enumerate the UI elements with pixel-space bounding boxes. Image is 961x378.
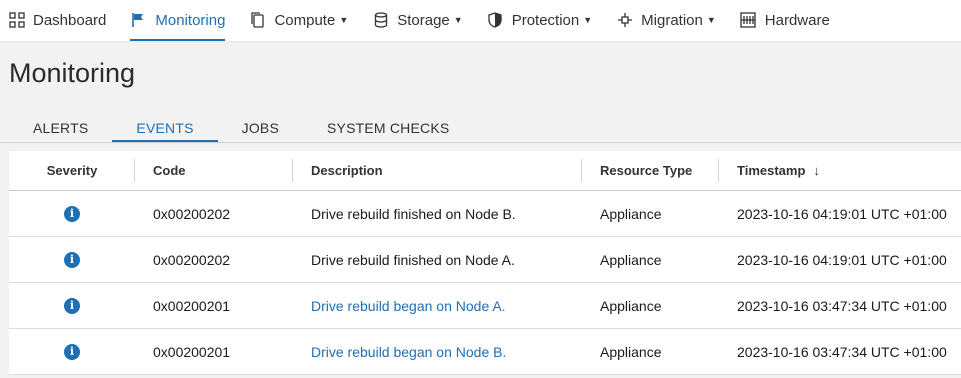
column-header-resource-type[interactable]: Resource Type bbox=[582, 151, 719, 190]
table-row[interactable]: i 0x00200202 Drive rebuild finished on N… bbox=[9, 237, 961, 283]
table-header: Severity Code Description Resource Type … bbox=[9, 151, 961, 191]
timestamp-cell: 2023-10-16 03:47:34 UTC +01:00 bbox=[737, 343, 947, 360]
column-header-timestamp[interactable]: Timestamp ↓ bbox=[719, 151, 961, 190]
description-cell: Drive rebuild finished on Node B. bbox=[311, 205, 516, 222]
column-header-label: Severity bbox=[46, 163, 98, 178]
info-icon: i bbox=[64, 343, 80, 360]
nav-item-label: Compute bbox=[274, 11, 336, 29]
description-cell: Drive rebuild began on Node A. bbox=[293, 283, 582, 328]
column-header-code[interactable]: Code bbox=[135, 151, 293, 190]
nav-item-label: Migration bbox=[641, 11, 703, 29]
database-icon bbox=[372, 12, 389, 29]
info-icon: i bbox=[64, 251, 80, 268]
code-cell: 0x00200201 bbox=[153, 343, 231, 360]
tab-alerts[interactable]: ALERTS bbox=[9, 116, 112, 142]
table-row[interactable]: i 0x00200202 Drive rebuild finished on N… bbox=[9, 191, 961, 237]
nav-item-label: Storage bbox=[397, 11, 450, 29]
top-navigation: Dashboard Monitoring Compute ▼ Storage ▼… bbox=[0, 0, 961, 42]
nav-item-monitoring[interactable]: Monitoring bbox=[130, 1, 226, 41]
caret-down-icon: ▼ bbox=[583, 15, 593, 25]
table-row[interactable]: i 0x00200201 Drive rebuild began on Node… bbox=[9, 329, 961, 375]
resource-type-cell: Appliance bbox=[600, 251, 662, 268]
timestamp-cell: 2023-10-16 03:47:34 UTC +01:00 bbox=[737, 297, 947, 314]
nav-item-storage[interactable]: Storage ▼ bbox=[372, 1, 463, 41]
migration-icon bbox=[616, 12, 633, 29]
nav-item-label: Dashboard bbox=[33, 11, 107, 29]
page-title: Monitoring bbox=[9, 58, 136, 88]
code-cell: 0x00200201 bbox=[153, 297, 231, 314]
grid-icon bbox=[8, 12, 25, 29]
nav-item-migration[interactable]: Migration ▼ bbox=[616, 1, 716, 41]
tab-bar: ALERTS EVENTS JOBS SYSTEM CHECKS bbox=[0, 116, 961, 143]
nav-item-label: Protection bbox=[511, 11, 580, 29]
events-table: Severity Code Description Resource Type … bbox=[9, 151, 961, 375]
column-header-description[interactable]: Description bbox=[293, 151, 582, 190]
info-icon: i bbox=[64, 297, 80, 314]
description-cell: Drive rebuild began on Node B. bbox=[293, 329, 582, 374]
tab-jobs[interactable]: JOBS bbox=[218, 116, 303, 142]
severity-cell: i bbox=[9, 283, 135, 328]
caret-down-icon: ▼ bbox=[706, 15, 716, 25]
copy-icon bbox=[249, 12, 266, 29]
column-header-severity[interactable]: Severity bbox=[9, 151, 135, 190]
severity-cell: i bbox=[9, 191, 135, 236]
info-icon: i bbox=[64, 205, 80, 222]
caret-down-icon: ▼ bbox=[453, 15, 463, 25]
flag-icon bbox=[130, 12, 147, 29]
column-header-label: Timestamp bbox=[737, 163, 806, 178]
resource-type-cell: Appliance bbox=[600, 297, 662, 314]
code-cell: 0x00200202 bbox=[153, 251, 231, 268]
column-header-label: Code bbox=[153, 163, 186, 178]
nav-item-protection[interactable]: Protection ▼ bbox=[487, 1, 592, 41]
nav-item-dashboard[interactable]: Dashboard bbox=[8, 1, 106, 41]
description-link[interactable]: Drive rebuild began on Node A. bbox=[311, 298, 506, 314]
resource-type-cell: Appliance bbox=[600, 343, 662, 360]
nav-item-label: Hardware bbox=[764, 11, 830, 29]
column-header-label: Description bbox=[311, 163, 383, 178]
description-cell: Drive rebuild finished on Node A. bbox=[311, 251, 515, 268]
nav-item-hardware[interactable]: Hardware bbox=[740, 1, 830, 41]
code-cell: 0x00200202 bbox=[153, 205, 231, 222]
table-row[interactable]: i 0x00200201 Drive rebuild began on Node… bbox=[9, 283, 961, 329]
resource-type-cell: Appliance bbox=[600, 205, 662, 222]
nav-item-label: Monitoring bbox=[155, 11, 226, 29]
severity-cell: i bbox=[9, 237, 135, 282]
nav-item-compute[interactable]: Compute ▼ bbox=[249, 1, 348, 41]
severity-cell: i bbox=[9, 329, 135, 374]
timestamp-cell: 2023-10-16 04:19:01 UTC +01:00 bbox=[737, 205, 947, 222]
timestamp-cell: 2023-10-16 04:19:01 UTC +01:00 bbox=[737, 251, 947, 268]
column-header-label: Resource Type bbox=[600, 163, 693, 178]
tab-system-checks[interactable]: SYSTEM CHECKS bbox=[303, 116, 473, 142]
description-link[interactable]: Drive rebuild began on Node B. bbox=[311, 344, 506, 360]
hardware-icon bbox=[740, 12, 757, 29]
caret-down-icon: ▼ bbox=[339, 15, 349, 25]
tab-events[interactable]: EVENTS bbox=[112, 116, 218, 142]
sort-descending-icon: ↓ bbox=[813, 163, 820, 178]
shield-icon bbox=[487, 12, 504, 29]
